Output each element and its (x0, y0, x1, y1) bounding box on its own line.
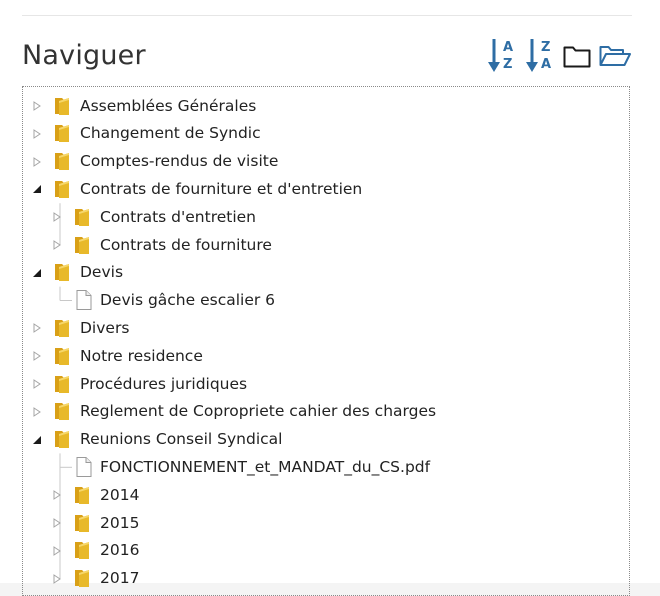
folder-icon (75, 542, 89, 560)
collapsed-arrow-icon[interactable] (31, 350, 43, 362)
tree-folder-item[interactable]: 2017 (73, 565, 139, 591)
browser-panel: Naviguer A Z Z A Assemblées Générales Ch… (0, 0, 660, 596)
collapsed-arrow-icon[interactable] (31, 100, 43, 112)
tree-item-label: Contrats de fourniture (100, 235, 272, 254)
tree-item-label: Notre residence (80, 346, 203, 365)
tree-folder-item[interactable]: 2015 (73, 510, 139, 536)
sort-za-button[interactable]: Z A (524, 38, 558, 74)
tree-item-label: Assemblées Générales (80, 96, 257, 115)
tree-item-label: 2014 (100, 485, 140, 504)
folder-icon (55, 403, 69, 421)
folder-icon (75, 486, 89, 504)
tree-folder-item[interactable]: Procédures juridiques (53, 371, 247, 397)
tree-item-label: Procédures juridiques (80, 374, 248, 393)
tree-folder-item[interactable]: Reglement de Copropriete cahier des char… (53, 398, 436, 424)
collapsed-arrow-icon[interactable] (51, 211, 63, 223)
collapsed-arrow-icon[interactable] (31, 128, 43, 140)
sort-za-top-letter: Z (541, 40, 551, 55)
folder-icon (55, 180, 69, 198)
page-title: Naviguer (22, 40, 146, 71)
folder-icon (55, 319, 69, 337)
tree-item-label: Reglement de Copropriete cahier des char… (80, 402, 437, 421)
sort-alpha-asc-icon: A Z (486, 38, 520, 74)
tree-item-label: 2015 (100, 513, 140, 532)
sort-za-bottom-letter: A (541, 57, 552, 72)
folder-closed-icon (563, 46, 591, 68)
collapse-all-button[interactable] (562, 38, 594, 74)
folder-icon (55, 97, 69, 115)
tree-item-label: 2017 (100, 569, 140, 588)
tree-folder-item[interactable]: Contrats de fourniture (73, 232, 272, 258)
tree-item-label: Devis (80, 263, 124, 282)
top-divider (22, 15, 632, 16)
tree-item-label: Contrats de fourniture et d'entretien (80, 179, 363, 198)
tree-folder-item[interactable]: 2014 (73, 482, 139, 508)
sort-az-button[interactable]: A Z (486, 38, 520, 74)
tree-item-label: Changement de Syndic (80, 124, 261, 143)
collapsed-arrow-icon[interactable] (51, 517, 63, 529)
collapsed-arrow-icon[interactable] (51, 489, 63, 501)
tree-folder-item[interactable]: Contrats de fourniture et d'entretien (53, 176, 362, 202)
sort-az-bottom-letter: Z (503, 57, 513, 72)
expanded-arrow-icon[interactable] (31, 434, 43, 446)
collapsed-arrow-icon[interactable] (51, 239, 63, 251)
collapsed-arrow-icon[interactable] (31, 156, 43, 168)
folder-icon (75, 208, 89, 226)
expand-all-button[interactable] (598, 38, 634, 74)
tree-folder-item[interactable]: Divers (53, 315, 129, 341)
folder-icon (55, 431, 69, 449)
tree-item-label: Reunions Conseil Syndical (80, 430, 283, 449)
tree-file-item[interactable]: Devis gâche escalier 6 (73, 287, 275, 313)
expanded-arrow-icon[interactable] (31, 183, 43, 195)
folder-icon (75, 570, 89, 588)
tree-folder-item[interactable]: Assemblées Générales (53, 93, 256, 119)
tree-toolbar: A Z Z A (486, 38, 634, 74)
folder-icon (55, 153, 69, 171)
folder-icon (55, 264, 69, 282)
tree-folder-item[interactable]: Devis (53, 259, 123, 285)
collapsed-arrow-icon[interactable] (31, 406, 43, 418)
tree-item-label: Divers (80, 318, 130, 337)
sort-alpha-desc-icon: Z A (524, 38, 558, 74)
tree-folder-item[interactable]: Notre residence (53, 343, 203, 369)
tree-item-label: Devis gâche escalier 6 (100, 291, 276, 310)
tree-item-label: Comptes-rendus de visite (80, 152, 279, 171)
expanded-arrow-icon[interactable] (31, 267, 43, 279)
collapsed-arrow-icon[interactable] (31, 378, 43, 390)
folder-icon (75, 236, 89, 254)
tree-folder-item[interactable]: Contrats d'entretien (73, 204, 256, 230)
collapsed-arrow-icon[interactable] (31, 322, 43, 334)
tree-file-item[interactable]: FONCTIONNEMENT_et_MANDAT_du_CS.pdf (73, 454, 430, 480)
tree-item-label: 2016 (100, 541, 140, 560)
tree-folder-item[interactable]: 2016 (73, 537, 139, 563)
tree-item-label: Contrats d'entretien (100, 207, 257, 226)
tree-folder-item[interactable]: Changement de Syndic (53, 120, 261, 146)
folder-icon (75, 514, 89, 532)
tree-folder-item[interactable]: Comptes-rendus de visite (53, 148, 278, 174)
folder-icon (55, 125, 69, 143)
collapsed-arrow-icon[interactable] (51, 545, 63, 557)
folder-icon (55, 375, 69, 393)
file-icon (76, 290, 92, 311)
sort-az-top-letter: A (503, 40, 514, 55)
folder-open-icon (599, 46, 631, 66)
folder-icon (55, 347, 69, 365)
file-icon (76, 456, 92, 477)
tree-item-label: FONCTIONNEMENT_et_MANDAT_du_CS.pdf (100, 457, 431, 476)
folder-tree: Assemblées Générales Changement de Syndic… (22, 86, 630, 596)
tree-folder-item[interactable]: Reunions Conseil Syndical (53, 426, 282, 452)
